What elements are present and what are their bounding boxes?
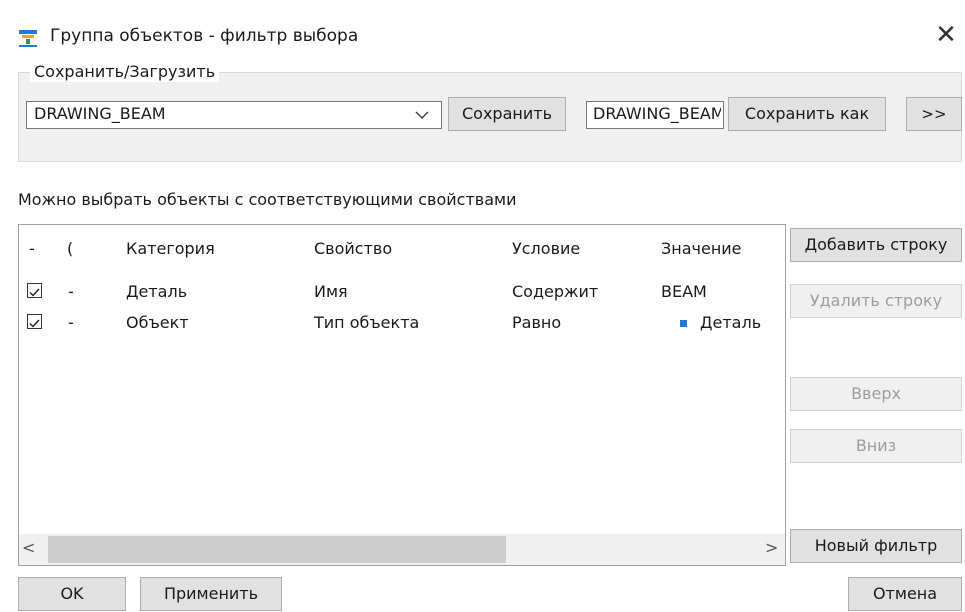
scroll-left-icon[interactable]: < xyxy=(22,538,35,557)
object-type-color-marker xyxy=(680,320,687,327)
save-load-legend: Сохранить/Загрузить xyxy=(30,62,220,82)
row-checkbox[interactable] xyxy=(27,314,42,329)
column-header-property[interactable]: Свойство xyxy=(314,239,392,258)
apply-button[interactable]: Применить xyxy=(140,577,282,611)
filter-combobox-value: DRAWING_BEAM xyxy=(34,104,166,123)
table-cell-value[interactable]: Деталь xyxy=(700,313,761,332)
checkmark-icon xyxy=(29,319,40,328)
table-cell-condition[interactable]: Равно xyxy=(512,313,561,332)
table-cell-category[interactable]: Деталь xyxy=(126,282,187,301)
close-button[interactable]: ✕ xyxy=(930,20,962,52)
table-cell-dash: - xyxy=(68,282,74,301)
table-cell-property[interactable]: Имя xyxy=(314,282,348,301)
window-title: Группа объектов - фильтр выбора xyxy=(50,26,359,46)
column-header-category[interactable]: Категория xyxy=(126,239,215,258)
column-header-paren[interactable]: ( xyxy=(67,239,73,258)
table-cell-category[interactable]: Объект xyxy=(126,313,189,332)
chevron-down-icon[interactable] xyxy=(412,106,432,124)
row-checkbox[interactable] xyxy=(27,283,42,298)
hint-text: Можно выбрать объекты с соответствующими… xyxy=(18,190,517,209)
column-header-condition[interactable]: Условие xyxy=(512,239,580,258)
more-button[interactable]: >> xyxy=(906,97,962,131)
move-up-button[interactable]: Вверх xyxy=(790,377,962,411)
add-row-button[interactable]: Добавить строку xyxy=(790,228,962,262)
column-header-value[interactable]: Значение xyxy=(661,239,742,258)
table-cell-property[interactable]: Тип объекта xyxy=(314,313,419,332)
cancel-button[interactable]: Отмена xyxy=(848,577,962,611)
filter-icon xyxy=(19,30,37,47)
column-header-dash[interactable]: - xyxy=(29,239,35,258)
table-cell-value[interactable]: BEAM xyxy=(661,282,707,301)
scrollbar-thumb[interactable] xyxy=(48,536,506,563)
save-name-input-value: DRAWING_BEAM xyxy=(593,104,721,123)
delete-row-button[interactable]: Удалить строку xyxy=(790,284,962,318)
save-button[interactable]: Сохранить xyxy=(448,97,566,131)
save-as-button[interactable]: Сохранить как xyxy=(728,97,886,131)
table-cell-dash: - xyxy=(68,313,74,332)
checkmark-icon xyxy=(29,288,40,297)
filter-table[interactable] xyxy=(18,224,786,566)
move-down-button[interactable]: Вниз xyxy=(790,429,962,463)
new-filter-button[interactable]: Новый фильтр xyxy=(790,529,962,563)
ok-button[interactable]: OK xyxy=(18,577,126,611)
scroll-right-icon[interactable]: > xyxy=(765,538,778,557)
table-cell-condition[interactable]: Содержит xyxy=(512,282,598,301)
